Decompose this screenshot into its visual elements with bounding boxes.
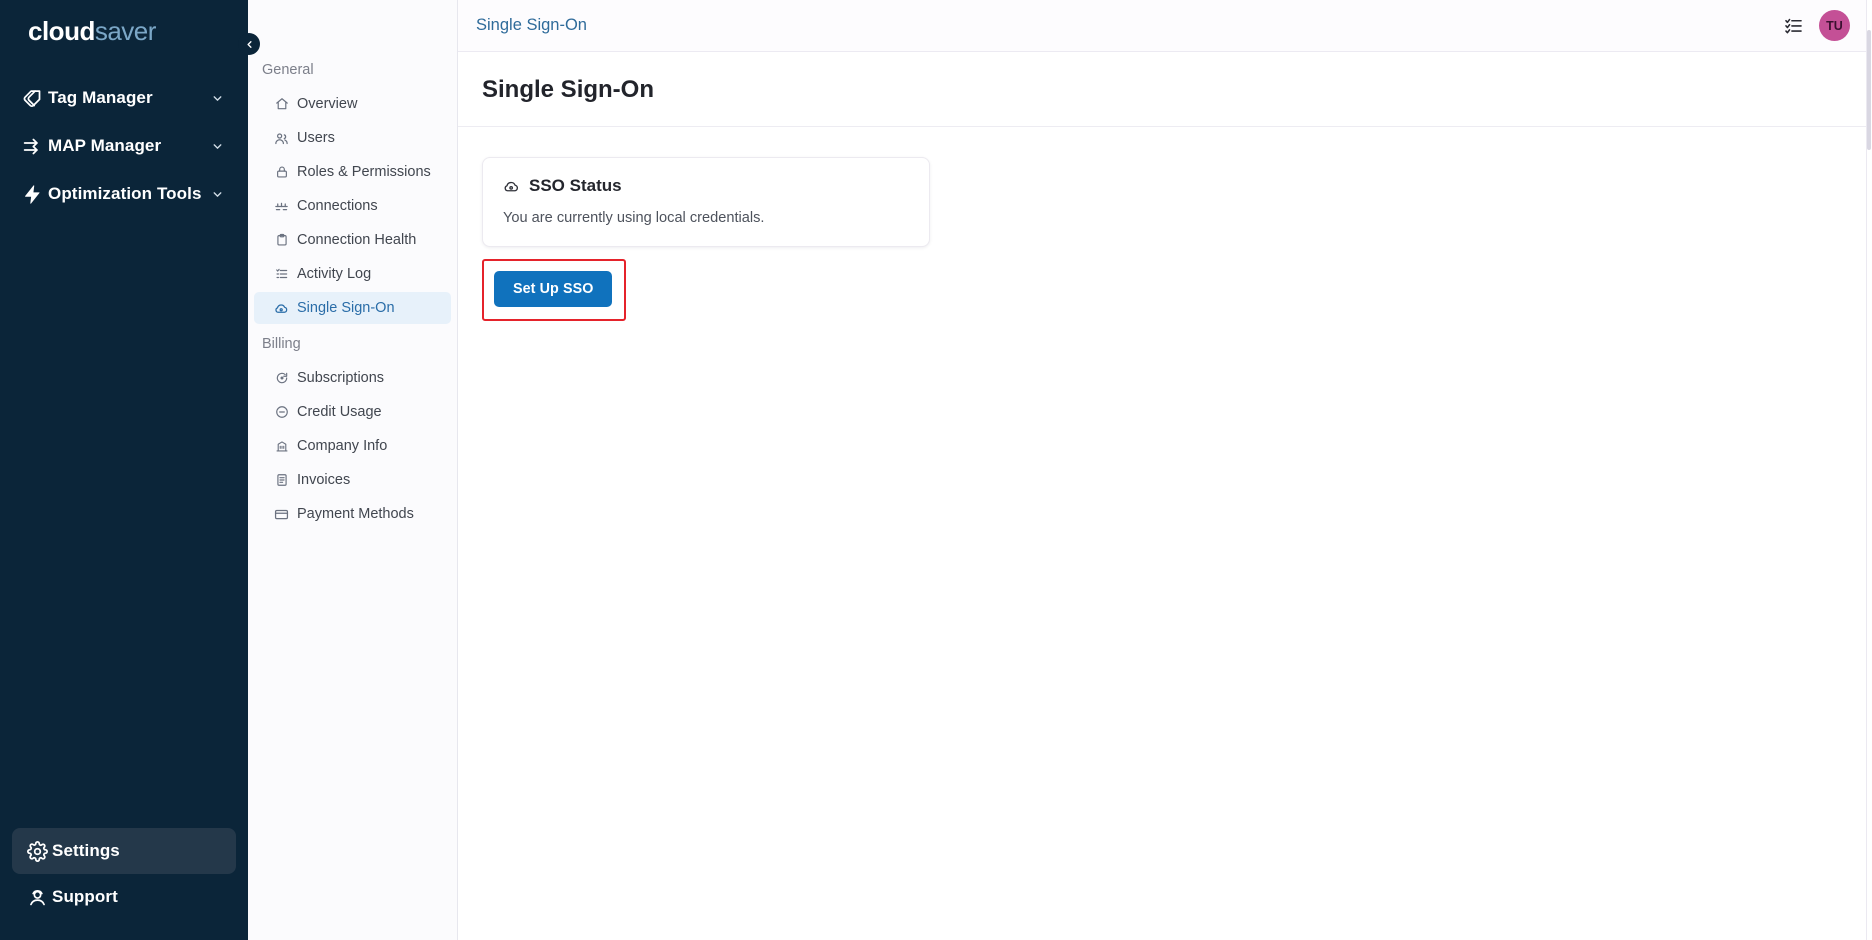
subnav-item-label: Credit Usage — [297, 404, 382, 420]
main-scrollbar-thumb[interactable] — [1867, 30, 1871, 150]
sidebar-item-tag-manager[interactable]: Tag Manager — [0, 74, 248, 122]
sidebar-item-support[interactable]: Support — [12, 874, 236, 920]
circle-minus-icon — [274, 405, 289, 419]
brand-name-secondary: saver — [94, 16, 157, 46]
sidebar-item-connections[interactable]: Connections — [254, 190, 451, 222]
brand-logo[interactable]: cloudsaver — [0, 0, 248, 54]
main-scrollbar-track[interactable] — [1866, 0, 1872, 940]
primary-sidebar: cloudsaver Tag Manager MAP Manager Optim… — [0, 0, 248, 940]
sidebar-item-label: Tag Manager — [48, 88, 153, 107]
arrows-right-icon — [22, 136, 48, 157]
sidebar-item-credit-usage[interactable]: Credit Usage — [254, 396, 451, 428]
subnav-item-label: Users — [297, 130, 335, 146]
sso-status-card-title: SSO Status — [529, 176, 622, 195]
subnav-group-title-general: General — [262, 62, 314, 78]
sidebar-bottom-nav: Settings Support — [0, 828, 248, 940]
sso-status-card-body: You are currently using local credential… — [503, 210, 765, 226]
sidebar-item-connection-health[interactable]: Connection Health — [254, 224, 451, 256]
subnav-item-label: Payment Methods — [297, 506, 414, 522]
gear-icon — [22, 840, 52, 862]
home-icon — [274, 97, 289, 111]
document-icon — [274, 473, 289, 487]
subnav-item-label: Overview — [297, 96, 358, 112]
set-up-sso-highlight-box: Set Up SSO — [482, 259, 627, 321]
sso-status-card: SSO Status You are currently using local… — [482, 157, 930, 247]
sidebar-item-users[interactable]: Users — [254, 122, 451, 154]
support-agent-icon — [22, 887, 52, 908]
topbar-actions: TU — [1784, 10, 1850, 41]
cloud-icon — [503, 178, 520, 195]
sidebar-item-label: Optimization Tools — [48, 184, 202, 203]
tag-icon — [22, 88, 48, 109]
sidebar-item-activity-log[interactable]: Activity Log — [254, 258, 451, 290]
sidebar-item-label: Support — [52, 887, 118, 906]
list-icon — [274, 267, 289, 281]
page-content: SSO Status You are currently using local… — [458, 127, 1872, 940]
set-up-sso-button[interactable]: Set Up SSO — [494, 271, 613, 307]
checklist-icon[interactable] — [1784, 16, 1803, 35]
sidebar-item-subscriptions[interactable]: Subscriptions — [254, 362, 451, 394]
lock-icon — [274, 165, 289, 179]
sidebar-item-single-sign-on[interactable]: Single Sign-On — [254, 292, 451, 324]
credit-card-icon — [274, 507, 289, 522]
chevron-down-icon — [208, 140, 226, 153]
app-root: cloudsaver Tag Manager MAP Manager Optim… — [0, 0, 1872, 940]
refresh-icon — [274, 371, 289, 385]
subnav-item-label: Single Sign-On — [297, 300, 395, 316]
chevron-down-icon — [208, 92, 226, 105]
sidebar-collapse-toggle[interactable] — [238, 33, 260, 55]
subnav-item-label: Subscriptions — [297, 370, 385, 386]
sidebar-item-company-info[interactable]: Company Info — [254, 430, 451, 462]
main-content: Single Sign-On TU Single Sign-On SSO Sta… — [458, 0, 1872, 940]
page-header: Single Sign-On — [458, 52, 1872, 127]
sidebar-main-nav: Tag Manager MAP Manager Optimization Too… — [0, 74, 248, 218]
chevron-down-icon — [208, 188, 226, 201]
subnav-item-label: Connections — [297, 198, 378, 214]
avatar[interactable]: TU — [1819, 10, 1850, 41]
subnav-item-label: Company Info — [297, 438, 388, 454]
sidebar-item-roles-permissions[interactable]: Roles & Permissions — [254, 156, 451, 188]
top-bar: Single Sign-On TU — [458, 0, 1872, 52]
chevron-left-icon — [246, 40, 252, 48]
network-icon — [274, 199, 289, 214]
sso-status-card-header: SSO Status — [503, 176, 909, 196]
sidebar-item-map-manager[interactable]: MAP Manager — [0, 122, 248, 170]
sidebar-item-payment-methods[interactable]: Payment Methods — [254, 498, 451, 530]
sidebar-item-invoices[interactable]: Invoices — [254, 464, 451, 496]
sidebar-item-overview[interactable]: Overview — [254, 88, 451, 120]
cloud-icon — [274, 301, 289, 316]
sidebar-item-label: Settings — [52, 841, 120, 860]
settings-subnav: General Overview Users Roles & Permissio… — [248, 0, 458, 940]
page-title: Single Sign-On — [482, 76, 654, 103]
sidebar-item-label: MAP Manager — [48, 136, 162, 155]
brand-name-primary: cloud — [28, 16, 95, 46]
subnav-item-label: Activity Log — [297, 266, 372, 282]
bolt-icon — [22, 184, 48, 205]
subnav-item-label: Invoices — [297, 472, 351, 488]
subnav-group-title-billing: Billing — [262, 336, 301, 352]
users-icon — [274, 131, 289, 146]
sidebar-item-settings[interactable]: Settings — [12, 828, 236, 874]
building-icon — [274, 439, 289, 453]
subnav-item-label: Connection Health — [297, 232, 417, 248]
subnav-item-label: Roles & Permissions — [297, 164, 431, 180]
breadcrumb[interactable]: Single Sign-On — [476, 16, 587, 35]
clipboard-icon — [274, 233, 289, 247]
sidebar-item-optimization-tools[interactable]: Optimization Tools — [0, 170, 248, 218]
